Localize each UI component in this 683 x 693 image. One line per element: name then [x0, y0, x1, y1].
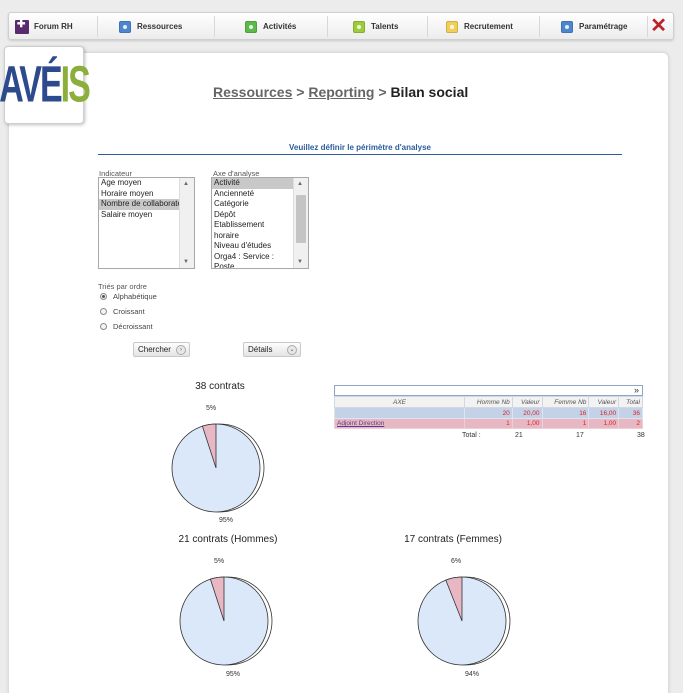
total-femmes: 17	[576, 432, 584, 439]
nav-parametrage[interactable]: Paramétrage	[561, 13, 627, 40]
pie-big-pct: 95%	[219, 517, 234, 524]
chercher-button[interactable]: Chercher ›	[133, 342, 190, 357]
breadcrumb-sep: >	[378, 84, 387, 100]
scroll-thumb[interactable]	[296, 195, 306, 243]
recrutement-icon	[446, 20, 458, 33]
activites-icon	[245, 20, 257, 33]
radio-icon[interactable]	[100, 293, 107, 300]
col-header[interactable]: Homme Nb	[464, 396, 513, 408]
nav-label: Paramétrage	[579, 22, 628, 31]
pie-big-pct: 94%	[465, 671, 480, 678]
nav-talents[interactable]: Talents	[353, 13, 398, 40]
pie-chart-total	[171, 423, 265, 513]
cell: 1,00	[511, 418, 543, 429]
col-header[interactable]: Valeur	[511, 396, 543, 408]
nav-label: Activités	[263, 22, 297, 31]
forum-icon	[15, 19, 29, 34]
details-button[interactable]: Détails ⌄	[243, 342, 301, 357]
nav-label: Recrutement	[464, 22, 513, 31]
cell: 20,00	[511, 407, 543, 419]
radio-icon[interactable]	[100, 323, 107, 330]
col-header[interactable]: AXE	[334, 396, 465, 408]
breadcrumb-ressources[interactable]: Ressources	[213, 84, 292, 100]
pie-big-pct: 95%	[226, 671, 241, 678]
cell: 20	[464, 407, 513, 419]
indicateur-scrollbar[interactable]: ▲ ▼	[179, 178, 194, 268]
axe-listbox[interactable]: Activité Ancienneté Catégorie Dépôt Etabliss…	[211, 177, 309, 269]
cell: 16,00	[588, 407, 620, 419]
scroll-up-icon[interactable]: ▲	[183, 181, 189, 187]
indicateur-listbox[interactable]: Age moyen Horaire moyen Nombre de collabor…	[98, 177, 195, 269]
col-header[interactable]: Total	[618, 396, 643, 408]
logo-text-accent: IS	[60, 55, 91, 113]
cell: 36	[618, 407, 643, 419]
breadcrumb-current: Bilan social	[390, 84, 469, 100]
axe-scrollbar[interactable]: ▲ ▼	[293, 178, 308, 268]
nav-forum-rh[interactable]: Forum RH	[15, 13, 73, 40]
total-hommes: 21	[515, 432, 523, 439]
close-icon[interactable]: ✕	[650, 15, 667, 37]
button-label: Détails	[248, 345, 273, 354]
nav-label: Talents	[371, 22, 399, 31]
scroll-up-icon[interactable]: ▲	[297, 181, 303, 187]
results-table: » AXE Homme Nb Valeur Femme Nb Valeur To…	[334, 385, 643, 429]
radio-alphabetique[interactable]: Alphabétique	[100, 292, 157, 301]
radio-icon[interactable]	[100, 308, 107, 315]
breadcrumb: Ressources > Reporting > Bilan social	[213, 84, 468, 100]
cell	[334, 407, 465, 419]
total-all: 38	[637, 432, 645, 439]
chevron-down-icon: ⌄	[287, 344, 297, 355]
scroll-down-icon[interactable]: ▼	[183, 259, 189, 265]
expand-double-chevron-icon[interactable]: »	[634, 385, 639, 395]
pie-title-hommes: 21 contrats (Hommes)	[178, 534, 278, 545]
logo-text: AVÉ	[0, 55, 63, 113]
breadcrumb-reporting[interactable]: Reporting	[308, 84, 374, 100]
nav-ressources[interactable]: Ressources	[119, 13, 182, 40]
table-row[interactable]: Adjoint Direction 1 1,00 1 1,00 2	[334, 418, 643, 429]
nav-activites[interactable]: Activités	[245, 13, 296, 40]
table-row: 20 20,00 16 16,00 36	[334, 407, 643, 419]
axe-link[interactable]: Adjoint Direction	[334, 418, 465, 429]
nav-label: Ressources	[137, 22, 183, 31]
aveis-logo[interactable]: AVÉIS	[0, 46, 91, 124]
radio-label: Alphabétique	[113, 292, 157, 301]
pie-chart-femmes	[417, 576, 511, 666]
total-label: Total :	[462, 432, 481, 439]
pie-title-femmes: 17 contrats (Femmes)	[404, 534, 502, 545]
pie-small-pct: 6%	[451, 558, 462, 565]
ressources-icon	[119, 20, 131, 33]
col-header[interactable]: Femme Nb	[541, 396, 590, 408]
arrow-right-icon: ›	[176, 344, 186, 355]
pie-chart-hommes	[179, 576, 273, 666]
scroll-down-icon[interactable]: ▼	[297, 259, 303, 265]
radio-label: Décroissant	[113, 322, 153, 331]
cell: 1	[541, 418, 590, 429]
cell: 2	[618, 418, 643, 429]
talents-icon	[353, 20, 365, 33]
parametrage-icon	[561, 20, 573, 33]
cell: 16	[541, 407, 590, 419]
breadcrumb-sep: >	[296, 84, 305, 100]
pie-small-pct: 5%	[206, 405, 217, 412]
cell: 1,00	[588, 418, 620, 429]
pie-small-pct: 5%	[214, 558, 225, 565]
top-nav-bar: Forum RH Ressources Activités Talents Re…	[8, 12, 674, 40]
radio-label: Croissant	[113, 307, 145, 316]
section-title: Veuillez définir le périmètre d'analyse	[98, 143, 622, 155]
nav-recrutement[interactable]: Recrutement	[446, 13, 513, 40]
nav-label: Forum RH	[34, 22, 73, 31]
col-header[interactable]: Valeur	[588, 396, 620, 408]
button-label: Chercher	[138, 345, 171, 354]
radio-croissant[interactable]: Croissant	[100, 307, 145, 316]
pie-title-total: 38 contrats	[195, 381, 245, 392]
cell: 1	[464, 418, 513, 429]
tri-label: Triés par ordre	[98, 282, 147, 291]
radio-decroissant[interactable]: Décroissant	[100, 322, 153, 331]
table-toolbar: »	[334, 385, 643, 396]
